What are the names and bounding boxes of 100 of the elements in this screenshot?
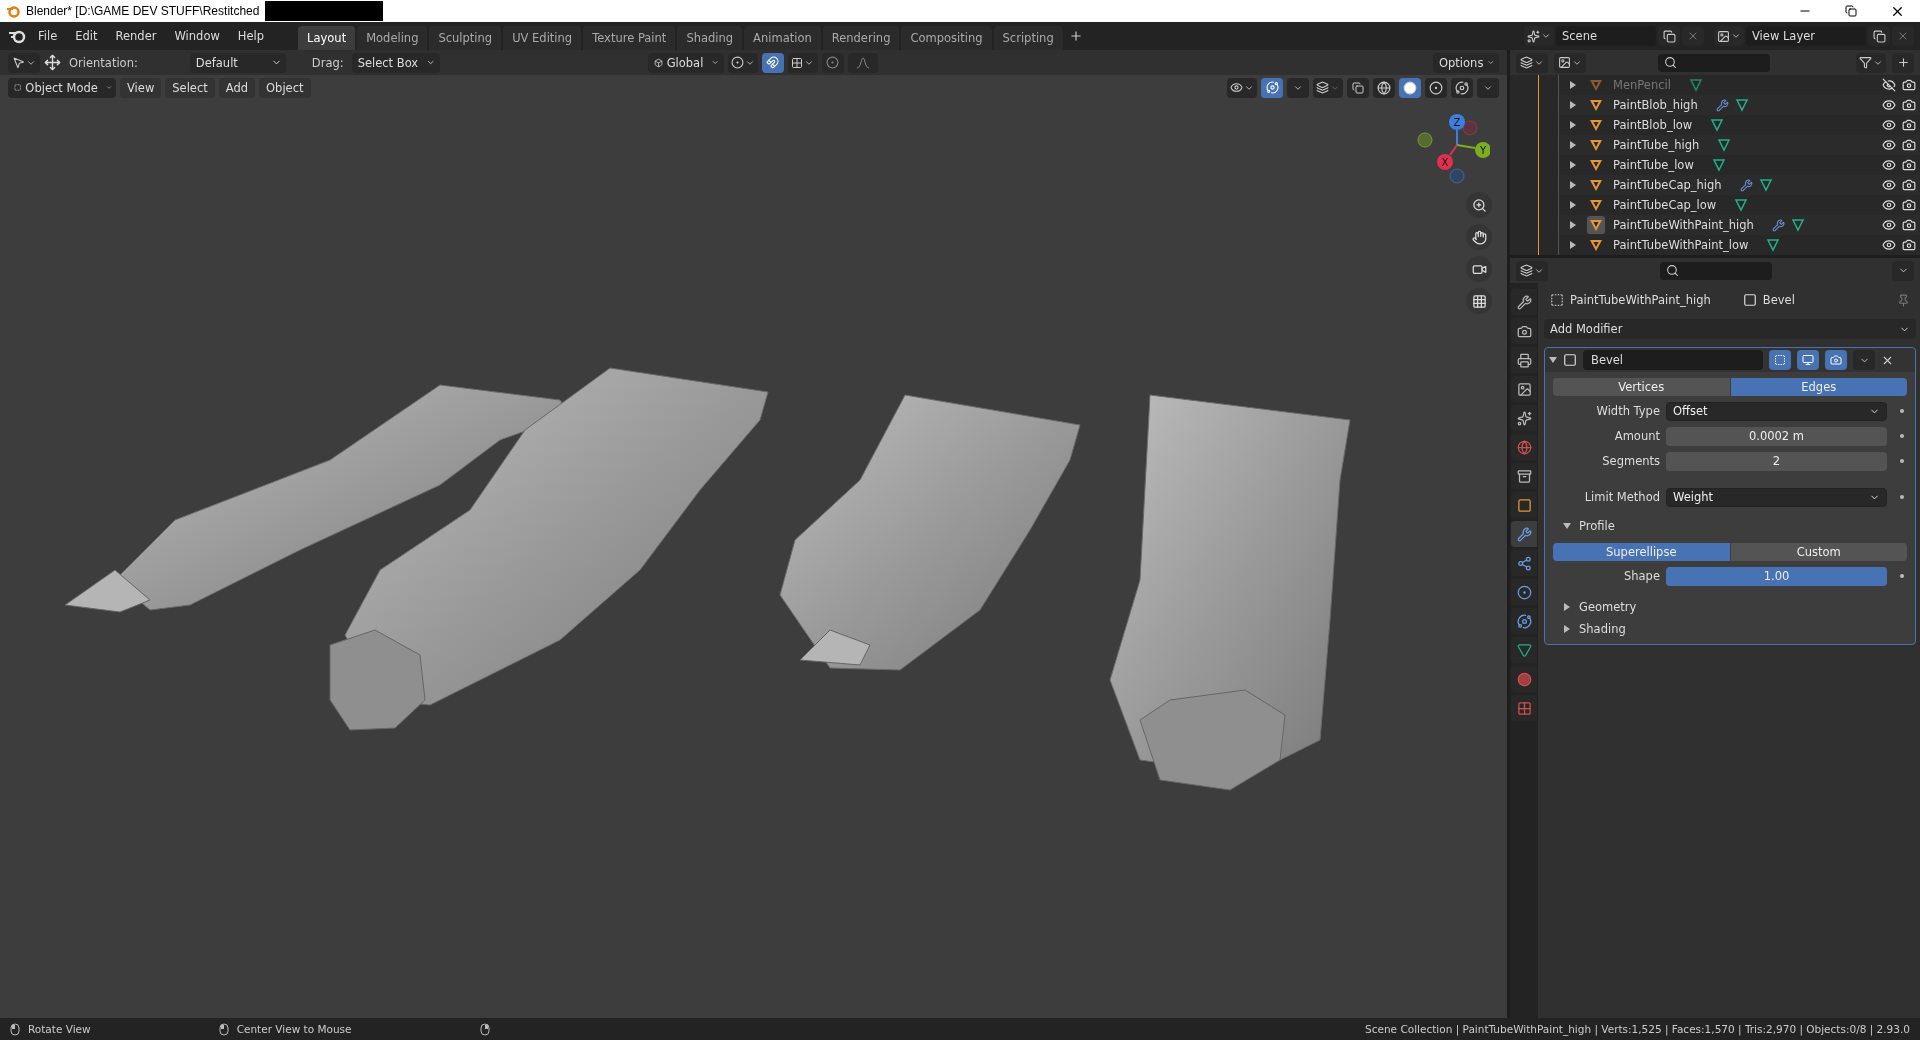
object-name[interactable]: PaintTube_high — [1613, 138, 1700, 152]
workspace-tab[interactable]: Rendering — [822, 26, 900, 50]
object-icon-box[interactable] — [1587, 216, 1605, 234]
modifier-name-field[interactable]: Bevel — [1583, 350, 1763, 370]
search-field[interactable] — [1660, 261, 1772, 280]
move-icon[interactable] — [44, 54, 61, 71]
snap-target-button[interactable] — [787, 52, 818, 73]
workspace-tab[interactable]: Sculpting — [429, 26, 502, 50]
disclosure-triangle-icon[interactable] — [1563, 603, 1571, 611]
expand-arrow-icon[interactable] — [1569, 161, 1577, 169]
dropdown-field[interactable]: Offset — [1666, 401, 1887, 421]
workspace-tab[interactable]: Compositing — [901, 26, 992, 50]
expand-arrow-icon[interactable] — [1569, 241, 1577, 249]
camera-icon[interactable] — [1902, 138, 1916, 152]
properties-tab[interactable] — [1511, 434, 1537, 460]
viewport-menu-item[interactable]: Object — [259, 77, 311, 98]
camera-icon[interactable] — [1902, 78, 1916, 92]
wrench-icon[interactable] — [1715, 98, 1729, 112]
proportional-edit-button[interactable] — [821, 52, 844, 73]
workspace-tab[interactable]: Texture Paint — [583, 26, 676, 50]
tool-selector-button[interactable] — [8, 52, 40, 73]
expand-arrow-icon[interactable] — [1569, 101, 1577, 109]
disclosure-triangle-icon[interactable] — [1549, 356, 1557, 364]
search-field[interactable] — [1658, 53, 1770, 72]
menu-item[interactable]: Window — [166, 26, 228, 46]
camera-icon[interactable] — [1902, 98, 1916, 112]
orientation-dropdown[interactable]: Default — [189, 52, 286, 73]
shading-mode-button[interactable] — [1451, 77, 1473, 98]
pan-button[interactable] — [1466, 224, 1492, 250]
properties-tab[interactable] — [1511, 492, 1537, 518]
camera-icon[interactable] — [1902, 178, 1916, 192]
properties-tab[interactable] — [1511, 347, 1537, 373]
workspace-tab[interactable]: Scripting — [993, 26, 1063, 50]
keyframe-dot-icon[interactable] — [1900, 459, 1904, 463]
wrench-icon[interactable] — [1771, 218, 1785, 232]
gizmo-toggle-button[interactable] — [1261, 77, 1283, 98]
edit-mode-toggle-button[interactable] — [1769, 350, 1791, 370]
properties-tab[interactable] — [1511, 376, 1537, 402]
expand-arrow-icon[interactable] — [1569, 81, 1577, 89]
properties-tab[interactable] — [1511, 666, 1537, 692]
properties-tab[interactable] — [1511, 637, 1537, 663]
subpanel-header[interactable]: Shading — [1545, 618, 1915, 640]
properties-tab[interactable] — [1511, 405, 1537, 431]
pin-icon[interactable] — [1897, 293, 1910, 307]
view-layer-field[interactable]: View Layer — [1746, 26, 1866, 46]
disclosure-triangle-icon[interactable] — [1563, 522, 1571, 530]
keyframe-dot-icon[interactable] — [1900, 434, 1904, 438]
falloff-button[interactable] — [847, 52, 878, 73]
dropdown-field[interactable]: Weight — [1666, 487, 1887, 507]
profile-type-option[interactable]: Custom — [1730, 543, 1907, 561]
workspace-tab[interactable]: Animation — [744, 26, 821, 50]
object-name[interactable]: PaintBlob_low — [1613, 118, 1693, 132]
editor-type-button[interactable] — [1516, 260, 1548, 281]
properties-tab[interactable] — [1511, 695, 1537, 721]
eye-icon[interactable] — [1882, 198, 1896, 212]
disclosure-triangle-icon[interactable] — [1563, 625, 1571, 633]
properties-tab[interactable] — [1511, 550, 1537, 576]
pivot-point-button[interactable] — [727, 52, 758, 73]
view-layer-selector-button[interactable] — [1714, 26, 1744, 46]
delete-scene-button[interactable] — [1682, 26, 1704, 46]
properties-tab[interactable] — [1511, 289, 1537, 315]
scene-selector-button[interactable] — [1524, 26, 1554, 46]
keyframe-dot-icon[interactable] — [1900, 409, 1904, 413]
transform-orientation-dropdown[interactable]: Global — [647, 52, 724, 73]
viewport-menu-item[interactable]: View — [120, 77, 162, 98]
perspective-toggle-button[interactable] — [1466, 288, 1492, 314]
zoom-button[interactable] — [1466, 192, 1492, 218]
workspace-tab[interactable]: Shading — [677, 26, 743, 50]
eye-icon[interactable] — [1882, 178, 1896, 192]
overlay-button[interactable] — [1313, 77, 1343, 98]
eye-icon[interactable] — [1882, 138, 1896, 152]
expand-arrow-icon[interactable] — [1569, 221, 1577, 229]
eye-closed-icon[interactable] — [1882, 78, 1896, 92]
object-name[interactable]: PaintTube_low — [1613, 158, 1694, 172]
viewport-toggle-button[interactable] — [1797, 350, 1819, 370]
new-view-layer-button[interactable] — [1868, 26, 1890, 46]
drag-dropdown[interactable]: Select Box — [351, 52, 440, 73]
camera-view-button[interactable] — [1466, 256, 1492, 282]
shape-slider[interactable]: 1.00 — [1666, 566, 1887, 586]
properties-tab[interactable] — [1511, 463, 1537, 489]
profile-subpanel-header[interactable]: Profile — [1545, 515, 1915, 537]
eye-icon[interactable] — [1882, 118, 1896, 132]
view-layer-mode-button[interactable] — [1554, 52, 1586, 73]
scene-field[interactable]: Scene — [1556, 26, 1656, 46]
eye-icon[interactable] — [1882, 218, 1896, 232]
visibility-button[interactable] — [1227, 77, 1257, 98]
object-name[interactable]: PaintBlob_high — [1613, 98, 1698, 112]
camera-icon[interactable] — [1902, 158, 1916, 172]
object-name[interactable]: PaintTubeCap_low — [1613, 198, 1717, 212]
menu-item[interactable]: Help — [229, 26, 273, 46]
expand-arrow-icon[interactable] — [1569, 121, 1577, 129]
workspace-tab[interactable]: Layout — [298, 26, 356, 50]
number-field[interactable]: 0.0002 m — [1666, 426, 1887, 446]
filter-button[interactable] — [1856, 52, 1886, 73]
object-name[interactable]: PaintTubeWithPaint_high — [1613, 218, 1754, 232]
object-name[interactable]: PaintTubeCap_high — [1613, 178, 1722, 192]
navigation-gizmo-drawing[interactable]: Z Y X — [1410, 110, 1490, 190]
shading-mode-button[interactable] — [1425, 77, 1447, 98]
eye-icon[interactable] — [1882, 158, 1896, 172]
keyframe-dot-icon[interactable] — [1900, 495, 1904, 499]
